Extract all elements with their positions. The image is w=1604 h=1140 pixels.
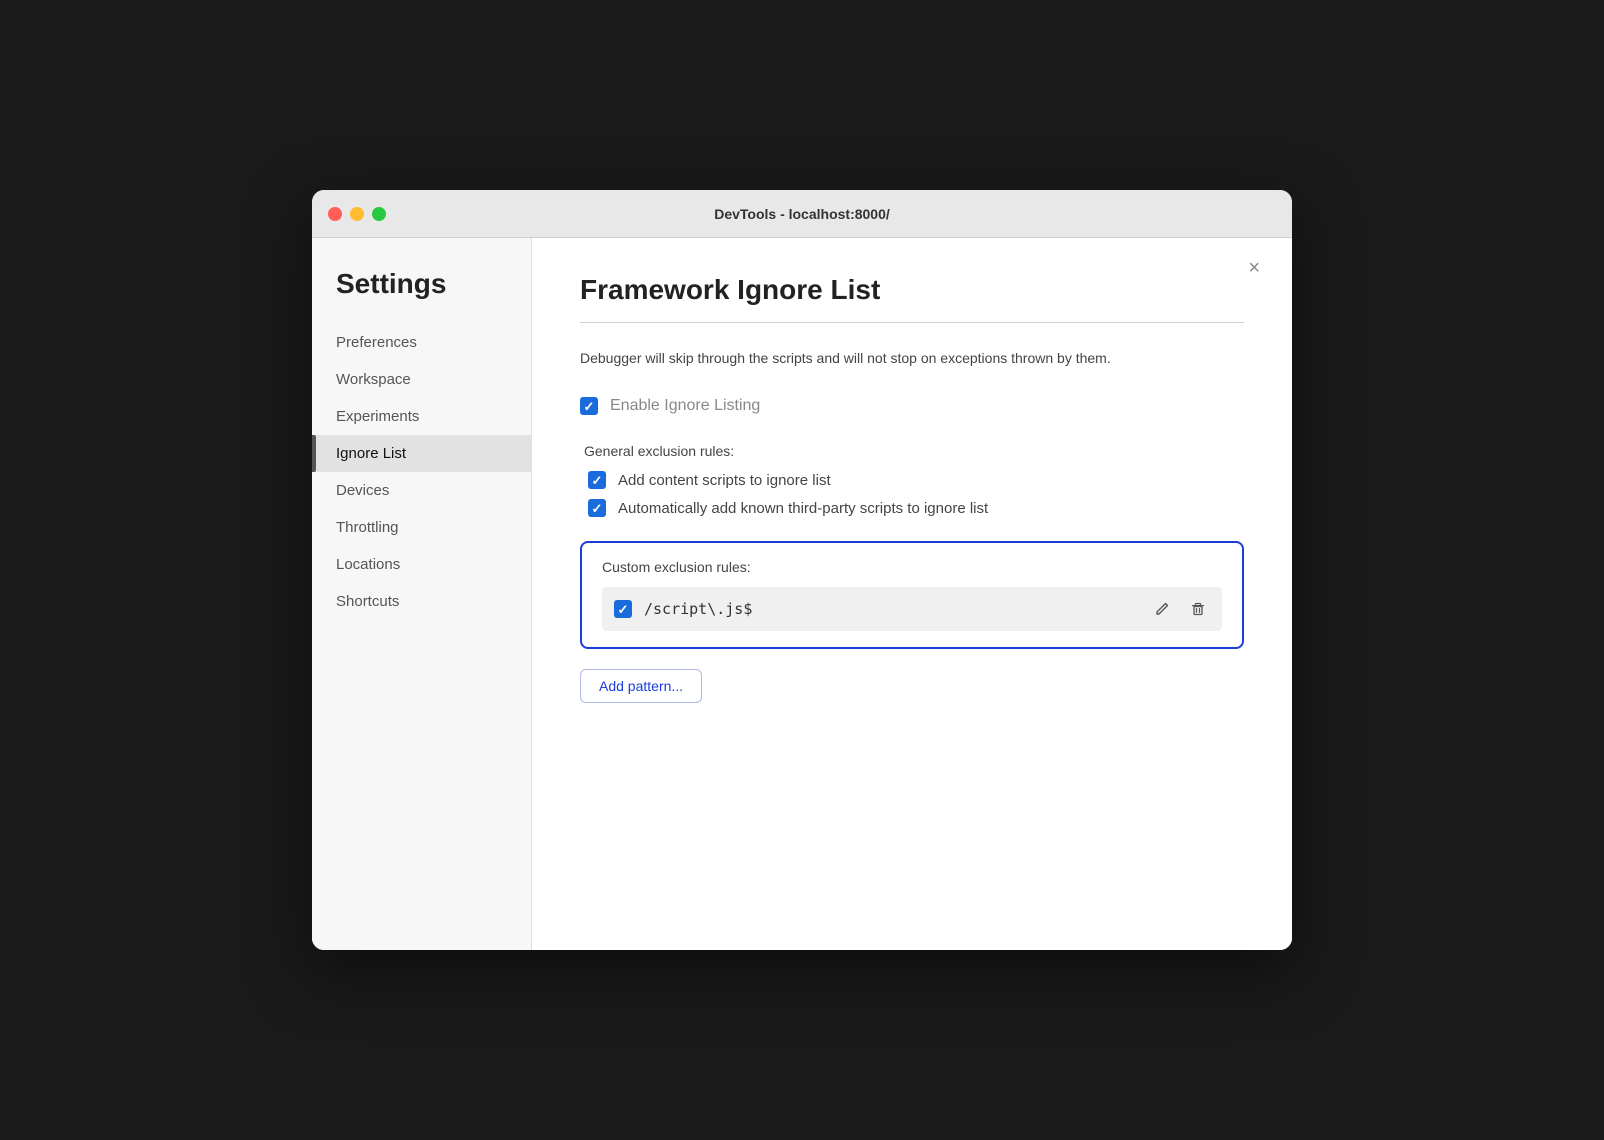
section-divider <box>580 322 1244 323</box>
window-body: Settings Preferences Workspace Experimen… <box>312 238 1292 950</box>
add-pattern-button[interactable]: Add pattern... <box>580 669 702 703</box>
main-content: × Framework Ignore List Debugger will sk… <box>532 238 1292 950</box>
general-rule-checkbox-1[interactable] <box>588 499 606 517</box>
custom-rule-checkbox-0[interactable] <box>614 600 632 618</box>
page-title: Framework Ignore List <box>580 274 1244 306</box>
custom-exclusion-label: Custom exclusion rules: <box>602 559 1222 575</box>
page-description: Debugger will skip through the scripts a… <box>580 347 1244 369</box>
trash-icon <box>1190 601 1206 617</box>
custom-rule-row-0: /script\.js$ <box>602 587 1222 631</box>
sidebar-heading: Settings <box>312 268 531 324</box>
maximize-traffic-light[interactable] <box>372 207 386 221</box>
general-rule-label-1[interactable]: Automatically add known third-party scri… <box>618 500 988 517</box>
enable-ignore-listing-label[interactable]: Enable Ignore Listing <box>610 397 760 415</box>
sidebar-item-ignore-list[interactable]: Ignore List <box>312 435 531 472</box>
enable-ignore-listing-checkbox[interactable] <box>580 397 598 415</box>
sidebar-item-preferences[interactable]: Preferences <box>312 324 531 361</box>
sidebar-item-locations[interactable]: Locations <box>312 546 531 583</box>
custom-rule-pattern-0: /script\.js$ <box>644 600 1138 618</box>
edit-icon <box>1154 601 1170 617</box>
general-rule-label-0[interactable]: Add content scripts to ignore list <box>618 472 831 489</box>
close-traffic-light[interactable] <box>328 207 342 221</box>
general-rule-row-0: Add content scripts to ignore list <box>580 471 1244 489</box>
sidebar-item-shortcuts[interactable]: Shortcuts <box>312 583 531 620</box>
window-title: DevTools - localhost:8000/ <box>714 206 890 222</box>
sidebar-item-devices[interactable]: Devices <box>312 472 531 509</box>
custom-exclusion-box: Custom exclusion rules: /script\.js$ <box>580 541 1244 649</box>
general-rule-row-1: Automatically add known third-party scri… <box>580 499 1244 517</box>
titlebar: DevTools - localhost:8000/ <box>312 190 1292 238</box>
minimize-traffic-light[interactable] <box>350 207 364 221</box>
enable-ignore-listing-row: Enable Ignore Listing <box>580 397 1244 415</box>
edit-rule-button[interactable] <box>1150 597 1174 621</box>
general-rule-checkbox-0[interactable] <box>588 471 606 489</box>
sidebar: Settings Preferences Workspace Experimen… <box>312 238 532 950</box>
sidebar-item-experiments[interactable]: Experiments <box>312 398 531 435</box>
sidebar-item-workspace[interactable]: Workspace <box>312 361 531 398</box>
delete-rule-button[interactable] <box>1186 597 1210 621</box>
traffic-lights <box>328 207 386 221</box>
general-exclusion-section: General exclusion rules: Add content scr… <box>580 443 1244 517</box>
general-exclusion-label: General exclusion rules: <box>584 443 1244 459</box>
close-button[interactable]: × <box>1240 254 1268 282</box>
devtools-window: DevTools - localhost:8000/ Settings Pref… <box>312 190 1292 950</box>
sidebar-item-throttling[interactable]: Throttling <box>312 509 531 546</box>
